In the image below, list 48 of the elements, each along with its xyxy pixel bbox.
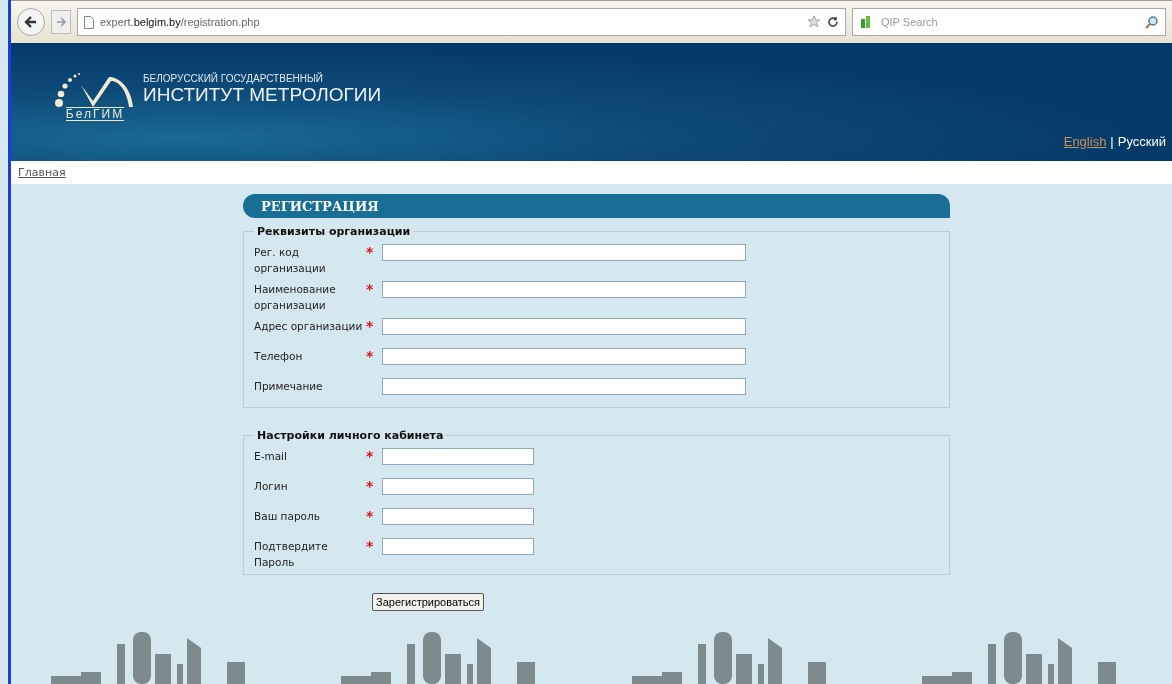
form-title-bar: РЕГИСТРАЦИЯ [243, 194, 950, 218]
language-link[interactable]: English [1063, 134, 1107, 149]
page-icon [84, 15, 94, 29]
input-field[interactable] [382, 318, 746, 335]
back-button[interactable] [17, 8, 45, 36]
input-field[interactable] [382, 448, 534, 465]
required-mark: * [366, 478, 375, 494]
input-field[interactable] [382, 538, 534, 555]
home-link[interactable]: Главная [18, 166, 66, 179]
section-legend: Реквизиты организации [254, 225, 414, 238]
search-field[interactable]: QIP Search [852, 8, 1166, 36]
input-field[interactable] [382, 478, 534, 495]
star-icon[interactable] [807, 15, 821, 29]
required-mark: * [366, 508, 375, 524]
field-label: Телефон [254, 349, 304, 364]
language-link[interactable]: Русский [1117, 134, 1166, 149]
address-bar[interactable]: expert.belgim.by/registration.php [77, 8, 846, 36]
search-icon[interactable] [1145, 15, 1159, 29]
input-field[interactable] [382, 244, 746, 261]
required-mark: * [366, 448, 375, 464]
reload-icon[interactable] [827, 16, 839, 28]
section-legend: Настройки личного кабинета [254, 429, 447, 442]
language-separator: | [1110, 134, 1114, 149]
input-field[interactable] [382, 508, 534, 525]
back-arrow-icon [24, 15, 38, 29]
field-label: Ваш пароль [254, 509, 321, 524]
register-button[interactable]: Зарегистрироваться [372, 593, 484, 611]
field-label: Подтвердите Пароль [254, 539, 329, 570]
institute-subtitle: БЕЛОРУССКИЙ ГОСУДАРСТВЕННЫЙ [143, 72, 325, 84]
search-engine-icon [859, 15, 873, 29]
field-label: Наименование организации [254, 282, 337, 313]
field-label: Примечание [254, 379, 324, 394]
institute-title: ИНСТИТУТ МЕТРОЛОГИИ [143, 83, 382, 106]
field-label: Рег. код организации [254, 245, 327, 276]
required-mark: * [366, 244, 375, 260]
input-field[interactable] [382, 281, 746, 298]
required-mark: * [366, 538, 375, 554]
forward-arrow-icon [56, 17, 66, 27]
input-field[interactable] [382, 348, 746, 365]
forward-button[interactable] [51, 10, 71, 34]
required-mark: * [366, 318, 375, 334]
field-label: E-mail [254, 449, 288, 464]
logo-text: БелГИМ [65, 107, 125, 121]
required-mark: * [366, 281, 375, 297]
field-label: Логин [254, 479, 289, 494]
input-field[interactable] [382, 378, 746, 395]
required-mark: * [366, 348, 375, 364]
field-label: Адрес организации [254, 319, 364, 334]
